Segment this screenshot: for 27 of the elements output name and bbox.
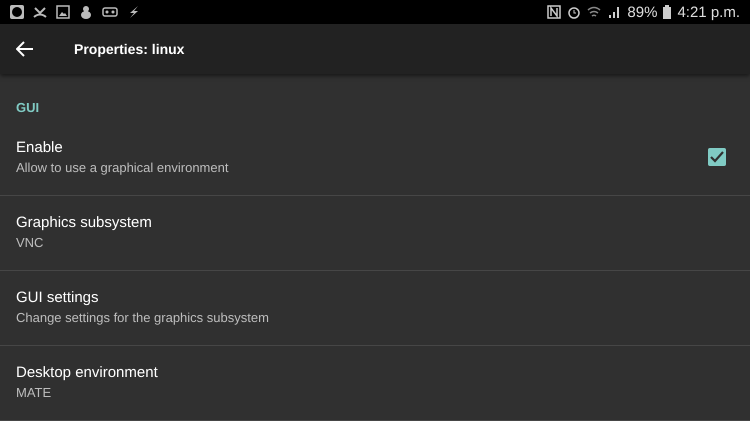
wifi-icon (587, 5, 602, 19)
image-icon (56, 5, 70, 19)
preference-summary: MATE (16, 385, 52, 400)
preference-title: Graphics subsystem (16, 214, 152, 231)
battery-percentage: 89% (627, 4, 658, 20)
alarm-icon (567, 5, 582, 19)
checkbox[interactable] (708, 148, 726, 166)
signal-icon (607, 5, 622, 19)
preference-item[interactable]: GUI settings Change settings for the graphics subsystem (0, 271, 750, 346)
preference-summary: Change settings for the graphics subsystem (16, 310, 269, 325)
preference-summary: Allow to use a graphical environment (16, 160, 228, 175)
preference-summary: VNC (16, 235, 44, 250)
screen-title: Properties: linux (74, 41, 184, 57)
preference-item[interactable]: Graphics subsystem VNC (0, 196, 750, 271)
voicemail-icon (102, 5, 118, 19)
nfc-icon (547, 5, 562, 19)
section-header: GUI (15, 99, 40, 117)
battery-icon (663, 5, 672, 19)
back-button[interactable] (14, 39, 36, 59)
preference-title: GUI settings (16, 289, 100, 306)
preference-item[interactable]: Desktop environment MATE (0, 346, 750, 421)
lightning-icon (127, 5, 141, 19)
back-arrow-icon (16, 41, 34, 57)
preference-title: Desktop environment (16, 364, 158, 381)
preference-title: Enable (16, 139, 64, 156)
clock: 4:21 p.m. (677, 4, 740, 20)
preference-item[interactable]: Enable Allow to use a graphical environment (0, 121, 750, 196)
